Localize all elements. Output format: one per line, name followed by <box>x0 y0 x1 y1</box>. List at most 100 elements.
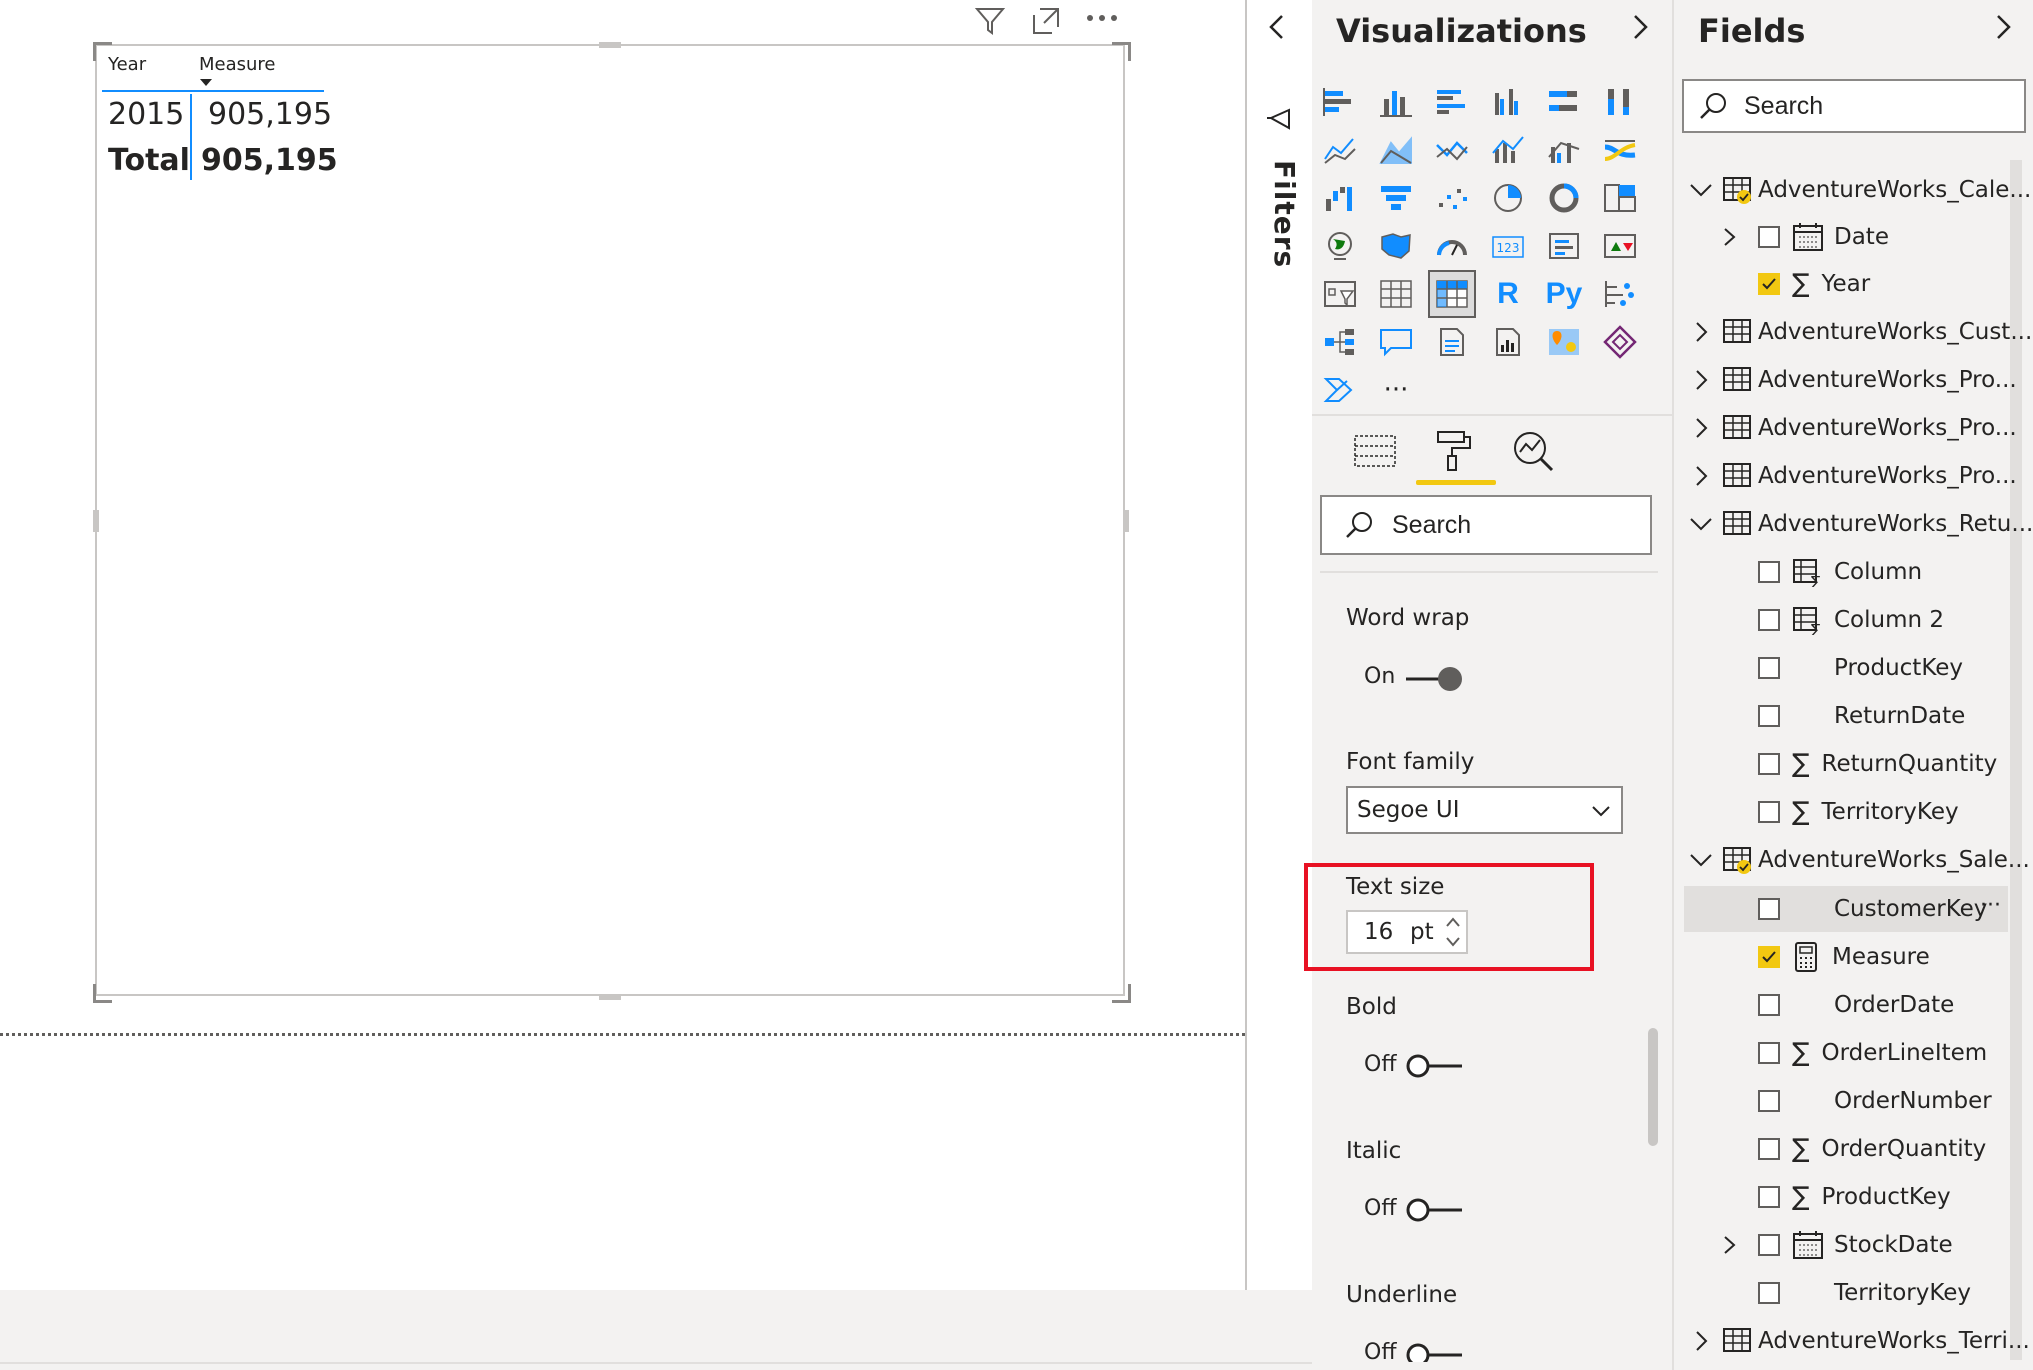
word-wrap-toggle[interactable] <box>1404 664 1464 694</box>
resize-corner-bottom-left[interactable] <box>93 984 112 1003</box>
line-chart-icon[interactable] <box>1316 126 1364 174</box>
field-checkbox[interactable] <box>1758 1186 1780 1208</box>
chevron-down-icon[interactable] <box>1444 934 1462 950</box>
underline-toggle[interactable] <box>1404 1340 1464 1362</box>
field-row-stockdate[interactable]: StockDate <box>1718 1222 1953 1268</box>
resize-corner-bottom-right[interactable] <box>1112 984 1131 1003</box>
field-checkbox[interactable] <box>1758 1138 1780 1160</box>
chevron-down-icon[interactable] <box>1688 847 1714 873</box>
font-family-dropdown[interactable]: Segoe UI <box>1346 786 1623 834</box>
resize-corner-top-right[interactable] <box>1112 42 1131 61</box>
field-checkbox[interactable] <box>1758 1090 1780 1112</box>
key-influencers-icon[interactable] <box>1596 270 1644 318</box>
power-automate-icon[interactable] <box>1316 366 1364 414</box>
donut-chart-icon[interactable] <box>1540 174 1588 222</box>
field-row-column[interactable]: ∑ Column <box>1758 549 1922 595</box>
resize-handle-bottom[interactable] <box>599 994 621 1000</box>
italic-toggle[interactable] <box>1404 1195 1464 1225</box>
matrix-icon[interactable] <box>1428 270 1476 318</box>
arcgis-map-icon[interactable] <box>1540 318 1588 366</box>
clustered-bar-chart-icon[interactable] <box>1428 78 1476 126</box>
table-node-territories[interactable]: AdventureWorks_Terri... <box>1688 1318 2030 1364</box>
field-row-ordernumber[interactable]: OrderNumber <box>1758 1078 1992 1124</box>
line-and-clustered-column-icon[interactable] <box>1540 126 1588 174</box>
area-chart-icon[interactable] <box>1372 126 1420 174</box>
table-node-calendar[interactable]: AdventureWorks_Cale... <box>1688 167 2031 213</box>
map-icon[interactable] <box>1316 222 1364 270</box>
field-checkbox[interactable] <box>1758 561 1780 583</box>
ribbon-chart-icon[interactable] <box>1596 126 1644 174</box>
format-search-box[interactable] <box>1320 495 1652 555</box>
field-checkbox[interactable] <box>1758 1042 1780 1064</box>
focus-mode-icon[interactable] <box>1028 3 1064 39</box>
field-checkbox[interactable] <box>1758 226 1780 248</box>
filled-map-icon[interactable] <box>1372 222 1420 270</box>
card-icon[interactable]: 123 <box>1484 222 1532 270</box>
fields-search-input[interactable] <box>1742 90 2006 122</box>
funnel-chart-icon[interactable] <box>1372 174 1420 222</box>
text-size-value[interactable]: 16 <box>1364 919 1393 945</box>
decomposition-tree-icon[interactable] <box>1316 318 1364 366</box>
field-more-options-icon[interactable]: ··· <box>1980 893 2001 918</box>
treemap-icon[interactable] <box>1596 174 1644 222</box>
collapse-visualizations-chevron-icon[interactable] <box>1625 12 1655 42</box>
text-size-stepper[interactable]: 16 pt <box>1346 910 1468 954</box>
pie-chart-icon[interactable] <box>1484 174 1532 222</box>
resize-handle-right[interactable] <box>1123 510 1129 532</box>
field-row-column-2[interactable]: ∑ Column 2 <box>1758 597 1944 643</box>
table-node-sales[interactable]: AdventureWorks_Sale... <box>1688 837 2030 883</box>
100-stacked-bar-chart-icon[interactable] <box>1540 78 1588 126</box>
smart-narrative-icon[interactable] <box>1428 318 1476 366</box>
qa-visual-icon[interactable] <box>1372 318 1420 366</box>
format-paint-roller-icon[interactable] <box>1432 428 1478 472</box>
multi-row-card-icon[interactable] <box>1540 222 1588 270</box>
field-checkbox[interactable] <box>1758 994 1780 1016</box>
column-header-measure[interactable]: Measure <box>199 54 276 75</box>
field-row-orderquantity[interactable]: ∑ OrderQuantity <box>1758 1126 1986 1172</box>
table-visual[interactable] <box>95 44 1125 996</box>
chevron-right-icon[interactable] <box>1688 319 1714 345</box>
table-node-product[interactable]: AdventureWorks_Pro... <box>1688 357 2017 403</box>
clustered-column-chart-icon[interactable] <box>1484 78 1532 126</box>
field-row-measure[interactable]: Measure <box>1758 934 1930 980</box>
kpi-icon[interactable] <box>1596 222 1644 270</box>
chevron-down-icon[interactable] <box>1688 177 1714 203</box>
python-visual-icon[interactable]: Py <box>1540 270 1588 318</box>
stacked-bar-chart-icon[interactable] <box>1316 78 1364 126</box>
column-header-year[interactable]: Year <box>108 54 146 75</box>
format-search-input[interactable] <box>1390 509 1644 541</box>
expand-filters-chevron-icon[interactable] <box>1262 12 1292 42</box>
field-checkbox[interactable] <box>1758 705 1780 727</box>
chevron-down-icon[interactable] <box>1688 511 1714 537</box>
field-row-sales-productkey[interactable]: ∑ ProductKey <box>1758 1174 1951 1220</box>
bold-toggle[interactable] <box>1404 1051 1464 1081</box>
resize-handle-top[interactable] <box>599 42 621 48</box>
chevron-right-icon[interactable] <box>1688 415 1714 441</box>
slicer-icon[interactable] <box>1316 270 1364 318</box>
stacked-area-chart-icon[interactable] <box>1428 126 1476 174</box>
field-checkbox[interactable] <box>1758 801 1780 823</box>
table-node-returns[interactable]: AdventureWorks_Retu... <box>1688 501 2033 547</box>
field-row-returndate[interactable]: ReturnDate <box>1758 693 1965 739</box>
field-row-productkey[interactable]: ProductKey <box>1758 645 1963 691</box>
power-apps-icon[interactable] <box>1596 318 1644 366</box>
more-visuals-icon[interactable]: ··· <box>1372 366 1420 414</box>
gauge-icon[interactable] <box>1428 222 1476 270</box>
paginated-report-icon[interactable] <box>1484 318 1532 366</box>
field-checkbox[interactable] <box>1758 898 1780 920</box>
waterfall-chart-icon[interactable] <box>1316 174 1364 222</box>
fields-tab-icon[interactable] <box>1352 430 1398 472</box>
scatter-chart-icon[interactable] <box>1428 174 1476 222</box>
field-row-date[interactable]: Date <box>1718 214 1889 260</box>
100-stacked-column-chart-icon[interactable] <box>1596 78 1644 126</box>
field-checkbox[interactable] <box>1758 609 1780 631</box>
analytics-magnifier-icon[interactable] <box>1510 428 1556 472</box>
chevron-right-icon[interactable] <box>1688 1328 1714 1354</box>
filters-label[interactable]: Filters <box>1253 160 1301 268</box>
resize-handle-left[interactable] <box>93 510 99 532</box>
field-row-orderlineitem[interactable]: ∑ OrderLineItem <box>1758 1030 1987 1076</box>
field-row-customerkey[interactable]: CustomerKey <box>1758 886 1987 932</box>
field-checkbox[interactable] <box>1758 1282 1780 1304</box>
field-checkbox-checked[interactable] <box>1758 273 1780 295</box>
filter-icon[interactable] <box>972 3 1008 39</box>
